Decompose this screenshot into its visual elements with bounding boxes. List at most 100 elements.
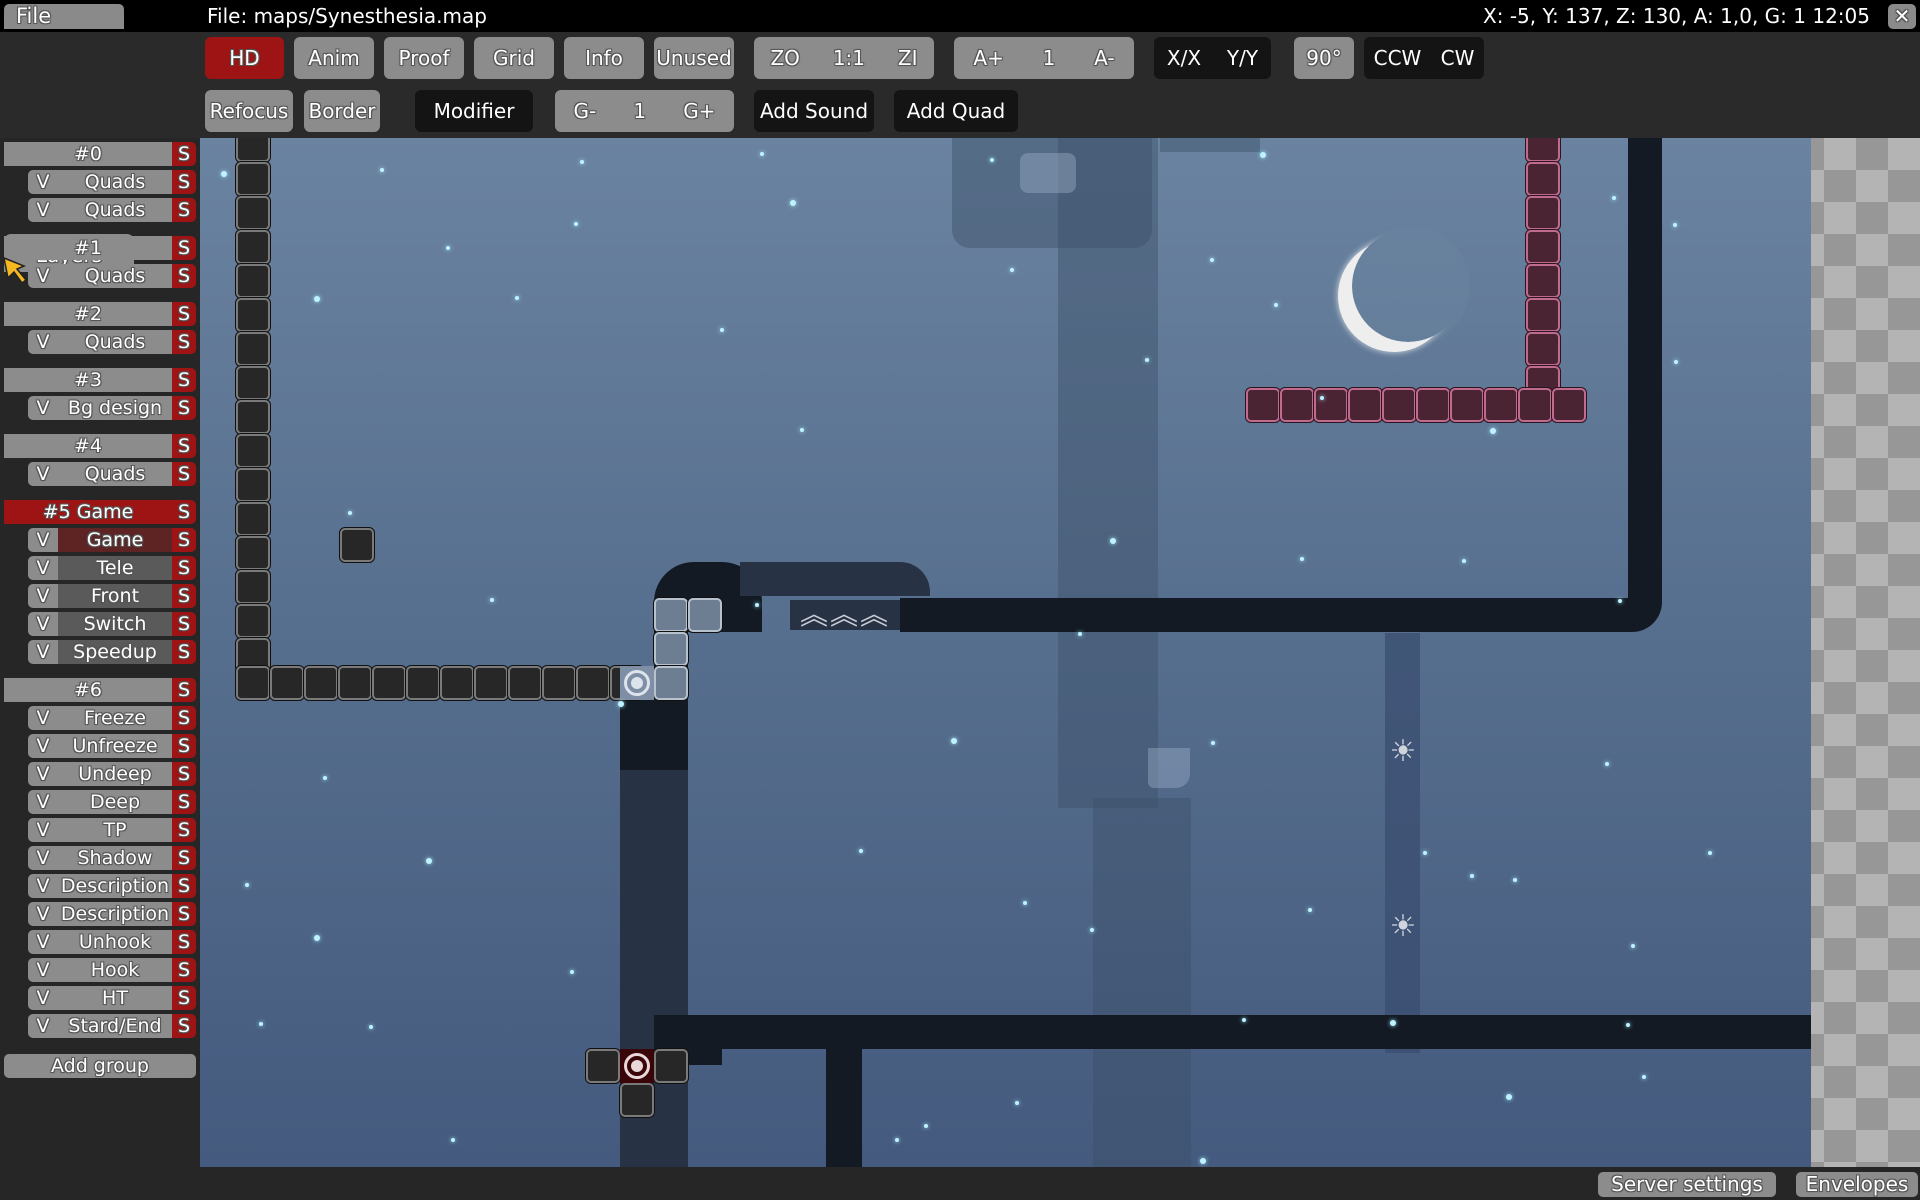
- add-group-button[interactable]: Add group: [4, 1054, 196, 1078]
- layer-name[interactable]: Tele: [58, 556, 172, 580]
- layer-name[interactable]: Deep: [58, 790, 172, 814]
- envelopes-button[interactable]: Envelopes: [1796, 1172, 1918, 1197]
- layer-name[interactable]: Game: [58, 528, 172, 552]
- layer-item[interactable]: V HT S: [28, 986, 196, 1010]
- grid-bigger-button[interactable]: G+: [683, 90, 715, 132]
- layer-name[interactable]: Undeep: [58, 762, 172, 786]
- layer-solo-button[interactable]: S: [172, 264, 196, 288]
- layer-item[interactable]: V Quads S: [28, 198, 196, 222]
- layer-solo-button[interactable]: S: [172, 330, 196, 354]
- layer-name[interactable]: Quads: [58, 198, 172, 222]
- layer-item[interactable]: V Switch S: [28, 612, 196, 636]
- layer-visibility-toggle[interactable]: V: [28, 462, 58, 486]
- layer-item[interactable]: V Tele S: [28, 556, 196, 580]
- layer-name[interactable]: Quads: [58, 170, 172, 194]
- layer-visibility-toggle[interactable]: V: [28, 612, 58, 636]
- map-canvas[interactable]: ︽︽︽ ☀ ☀: [200, 138, 1920, 1167]
- layer-visibility-toggle[interactable]: V: [28, 846, 58, 870]
- layer-item[interactable]: V Quads S: [28, 462, 196, 486]
- layer-solo-button[interactable]: S: [172, 902, 196, 926]
- layer-visibility-toggle[interactable]: V: [28, 330, 58, 354]
- layer-solo-button[interactable]: S: [172, 818, 196, 842]
- close-button[interactable]: ✕: [1888, 4, 1916, 29]
- layer-solo-button[interactable]: S: [172, 958, 196, 982]
- layer-group-0[interactable]: V#0S: [4, 142, 196, 166]
- layer-solo-button[interactable]: S: [172, 396, 196, 420]
- layer-name[interactable]: Hook: [58, 958, 172, 982]
- layer-visibility-toggle[interactable]: V: [28, 198, 58, 222]
- layer-item[interactable]: V Freeze S: [28, 706, 196, 730]
- layer-group-1[interactable]: V#1S: [4, 236, 196, 260]
- layer-item[interactable]: V Unhook S: [28, 930, 196, 954]
- refocus-button[interactable]: Refocus: [205, 90, 293, 132]
- layer-name[interactable]: Quads: [58, 330, 172, 354]
- group-name[interactable]: #0: [4, 142, 172, 166]
- layer-item[interactable]: V Stard/End S: [28, 1014, 196, 1038]
- layer-name[interactable]: Shadow: [58, 846, 172, 870]
- layer-solo-button[interactable]: S: [172, 762, 196, 786]
- layer-name[interactable]: Unfreeze: [58, 734, 172, 758]
- layer-solo-button[interactable]: S: [172, 846, 196, 870]
- layer-visibility-toggle[interactable]: V: [28, 958, 58, 982]
- flip-x-button[interactable]: X/X: [1167, 37, 1201, 79]
- layer-solo-button[interactable]: S: [172, 790, 196, 814]
- group-solo-button[interactable]: S: [172, 302, 196, 326]
- group-solo-button[interactable]: S: [172, 142, 196, 166]
- layer-group-3[interactable]: V#3S: [4, 368, 196, 392]
- layer-visibility-toggle[interactable]: V: [28, 874, 58, 898]
- layer-solo-button[interactable]: S: [172, 170, 196, 194]
- rotate-angle-field[interactable]: 90°: [1294, 37, 1354, 79]
- layer-group-5[interactable]: H#5 GameS: [4, 500, 196, 524]
- layer-name[interactable]: Description: [58, 874, 172, 898]
- zoom-reset-button[interactable]: 1:1: [833, 37, 865, 79]
- layer-solo-button[interactable]: S: [172, 930, 196, 954]
- layer-visibility-toggle[interactable]: V: [28, 762, 58, 786]
- layer-item[interactable]: V Description S: [28, 874, 196, 898]
- layer-visibility-toggle[interactable]: V: [28, 790, 58, 814]
- border-button[interactable]: Border: [304, 90, 380, 132]
- proof-toggle-button[interactable]: Proof: [384, 37, 464, 79]
- layer-name[interactable]: Switch: [58, 612, 172, 636]
- add-sound-button[interactable]: Add Sound: [754, 90, 874, 132]
- rotate-cw-button[interactable]: CW: [1441, 37, 1475, 79]
- layer-name[interactable]: Stard/End: [58, 1014, 172, 1038]
- grid-smaller-button[interactable]: G-: [574, 90, 597, 132]
- group-solo-button[interactable]: S: [172, 236, 196, 260]
- layer-name[interactable]: Description: [58, 902, 172, 926]
- add-quad-button[interactable]: Add Quad: [894, 90, 1018, 132]
- layer-item[interactable]: V Undeep S: [28, 762, 196, 786]
- layer-name[interactable]: Speedup: [58, 640, 172, 664]
- layer-name[interactable]: Unhook: [58, 930, 172, 954]
- layer-group-6[interactable]: V#6S: [4, 678, 196, 702]
- group-name[interactable]: #4: [4, 434, 172, 458]
- zoom-out-button[interactable]: ZO: [770, 37, 799, 79]
- file-menu-button[interactable]: File: [4, 4, 124, 29]
- layer-visibility-toggle[interactable]: V: [28, 396, 58, 420]
- layer-visibility-toggle[interactable]: V: [28, 264, 58, 288]
- group-solo-button[interactable]: S: [172, 434, 196, 458]
- layer-visibility-toggle[interactable]: V: [28, 706, 58, 730]
- layer-item[interactable]: V Description S: [28, 902, 196, 926]
- layer-visibility-toggle[interactable]: V: [28, 556, 58, 580]
- group-solo-button[interactable]: S: [172, 368, 196, 392]
- layer-visibility-toggle[interactable]: V: [28, 528, 58, 552]
- layer-name[interactable]: Quads: [58, 462, 172, 486]
- layer-item[interactable]: V Speedup S: [28, 640, 196, 664]
- layer-visibility-toggle[interactable]: V: [28, 1014, 58, 1038]
- layer-visibility-toggle[interactable]: V: [28, 170, 58, 194]
- layer-solo-button[interactable]: S: [172, 612, 196, 636]
- layer-group-4[interactable]: V#4S: [4, 434, 196, 458]
- zoom-in-button[interactable]: ZI: [898, 37, 918, 79]
- unused-toggle-button[interactable]: Unused: [654, 37, 734, 79]
- layer-item[interactable]: V Front S: [28, 584, 196, 608]
- layer-solo-button[interactable]: S: [172, 986, 196, 1010]
- layer-name[interactable]: Front: [58, 584, 172, 608]
- hd-toggle-button[interactable]: HD: [205, 37, 284, 79]
- info-toggle-button[interactable]: Info: [564, 37, 644, 79]
- layer-solo-button[interactable]: S: [172, 874, 196, 898]
- rotate-ccw-button[interactable]: CCW: [1374, 37, 1422, 79]
- layer-visibility-toggle[interactable]: V: [28, 902, 58, 926]
- layer-name[interactable]: TP: [58, 818, 172, 842]
- layer-item[interactable]: V Hook S: [28, 958, 196, 982]
- group-name[interactable]: #5 Game: [4, 500, 172, 524]
